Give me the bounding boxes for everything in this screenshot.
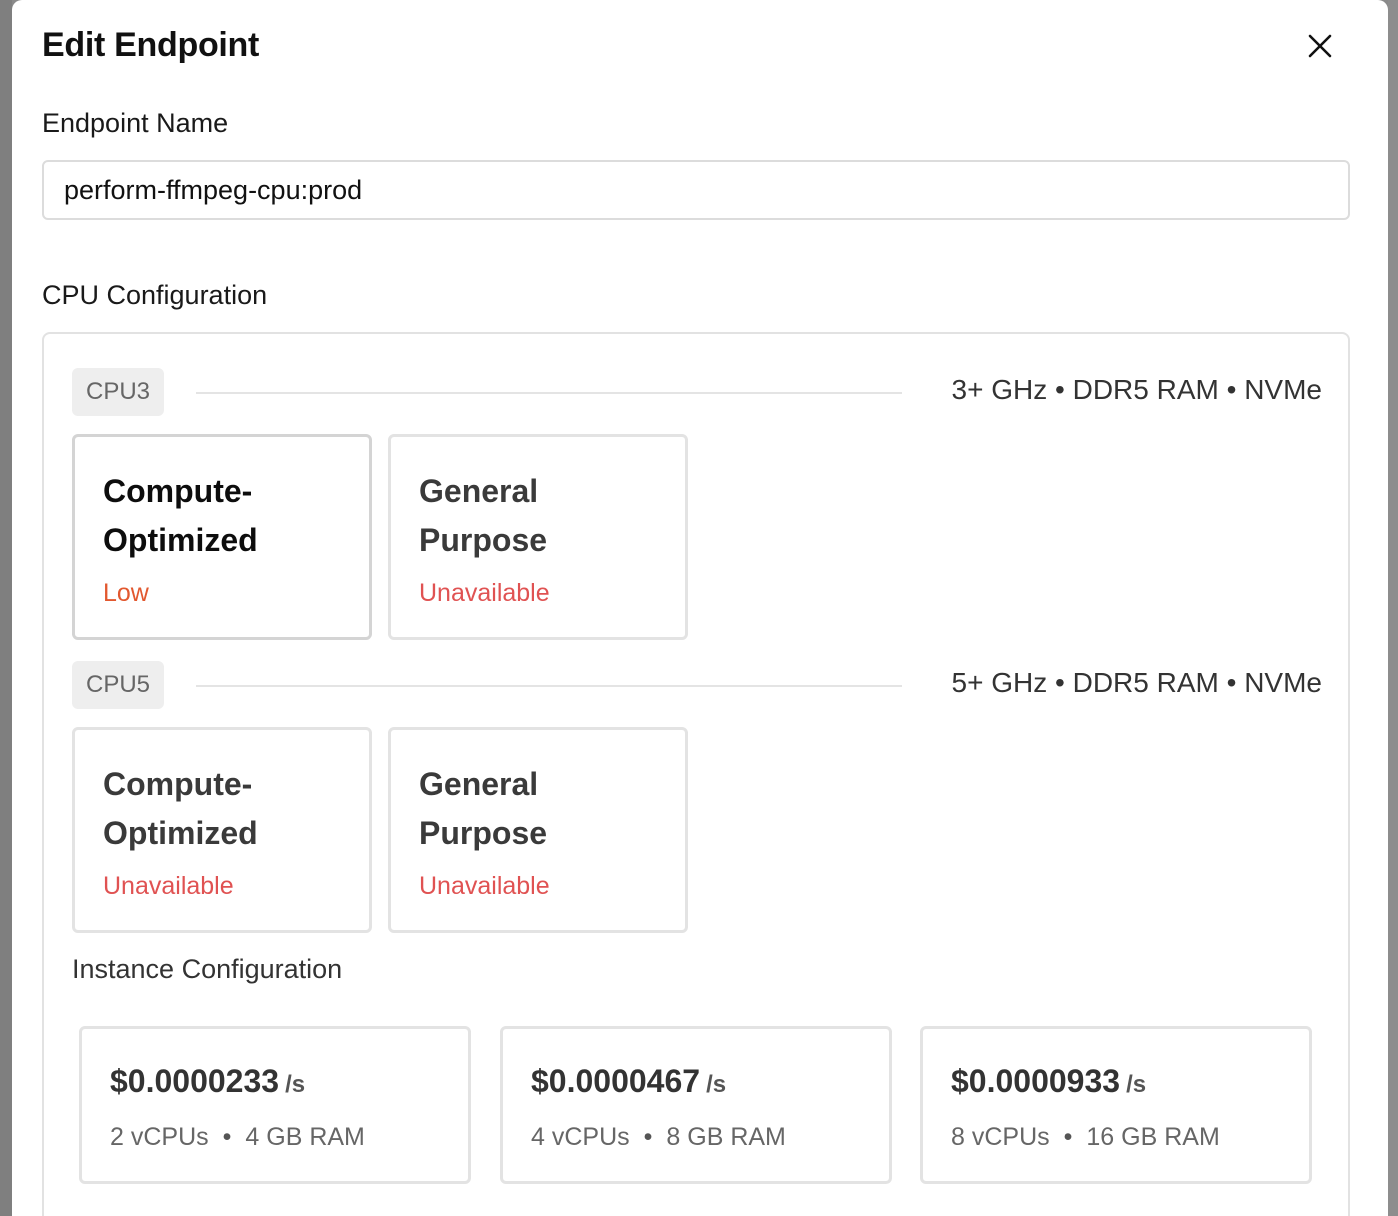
backdrop-right (1388, 0, 1398, 1216)
tier-spec: 5+ GHz • DDR5 RAM • NVMe (951, 667, 1322, 698)
tier-badge: CPU3 (72, 368, 165, 416)
cpu-type-name: Compute-Optimized (103, 766, 258, 851)
instance-card-8vcpu[interactable]: $0.0000933/s 8 vCPUs • 16 GB RAM (920, 1026, 1312, 1184)
price-amount: $0.0000233 (110, 1063, 280, 1099)
instance-ram: 4 GB RAM (245, 1123, 365, 1151)
separator-dot: • (1063, 1123, 1073, 1151)
cpu-type-status: Unavailable (419, 579, 550, 607)
cpu-configuration-label: CPU Configuration (42, 280, 268, 310)
instance-vcpus: 4 vCPUs (531, 1123, 630, 1151)
instance-configuration-label: Instance Configuration (72, 954, 343, 984)
instance-specs: 8 vCPUs • 16 GB RAM (951, 1123, 1220, 1152)
instance-price: $0.0000933/s (951, 1063, 1146, 1100)
edit-endpoint-modal: Edit Endpoint Endpoint Name CPU Configur… (12, 0, 1388, 1216)
instance-ram: 8 GB RAM (666, 1123, 786, 1151)
instance-specs: 4 vCPUs • 8 GB RAM (531, 1123, 786, 1152)
price-amount: $0.0000467 (531, 1063, 701, 1099)
endpoint-name-input[interactable] (42, 160, 1350, 220)
separator-dot: • (643, 1123, 653, 1151)
backdrop (0, 0, 12, 1216)
tier-divider (196, 392, 902, 394)
tier-spec: 3+ GHz • DDR5 RAM • NVMe (951, 374, 1322, 405)
price-unit: /s (706, 1071, 727, 1098)
instance-price: $0.0000467/s (531, 1063, 726, 1100)
cpu-type-name: General Purpose (419, 473, 548, 558)
separator-dot: • (222, 1123, 232, 1151)
tier-header-cpu3: CPU3 3+ GHz • DDR5 RAM • NVMe (72, 368, 1322, 418)
instance-card-2vcpu[interactable]: $0.0000233/s 2 vCPUs • 4 GB RAM (79, 1026, 471, 1184)
cpu3-compute-optimized-card[interactable]: Compute-Optimized Low (72, 434, 372, 640)
cpu-type-status: Unavailable (419, 872, 550, 900)
cpu-type-status: Unavailable (103, 872, 234, 900)
tier-header-cpu5: CPU5 5+ GHz • DDR5 RAM • NVMe (72, 661, 1322, 711)
close-icon (1308, 34, 1332, 58)
price-unit: /s (1126, 1071, 1147, 1098)
instance-ram: 16 GB RAM (1086, 1123, 1220, 1151)
endpoint-name-label: Endpoint Name (42, 108, 229, 138)
price-amount: $0.0000933 (951, 1063, 1121, 1099)
instance-price: $0.0000233/s (110, 1063, 305, 1100)
cpu5-general-purpose-card[interactable]: General Purpose Unavailable (388, 727, 688, 933)
price-unit: /s (285, 1071, 306, 1098)
cpu5-compute-optimized-card[interactable]: Compute-Optimized Unavailable (72, 727, 372, 933)
cpu-configuration-panel: CPU3 3+ GHz • DDR5 RAM • NVMe Compute-Op… (42, 332, 1350, 1216)
close-button[interactable] (1302, 28, 1338, 64)
cpu-type-name: General Purpose (419, 766, 548, 851)
instance-specs: 2 vCPUs • 4 GB RAM (110, 1123, 365, 1152)
cpu-type-status: Low (103, 579, 149, 607)
tier-divider (196, 685, 902, 687)
instance-card-4vcpu[interactable]: $0.0000467/s 4 vCPUs • 8 GB RAM (500, 1026, 892, 1184)
cpu-type-name: Compute-Optimized (103, 473, 258, 558)
tier-badge: CPU5 (72, 661, 165, 709)
instance-vcpus: 2 vCPUs (110, 1123, 209, 1151)
modal-title: Edit Endpoint (42, 26, 260, 64)
instance-vcpus: 8 vCPUs (951, 1123, 1050, 1151)
cpu3-general-purpose-card[interactable]: General Purpose Unavailable (388, 434, 688, 640)
